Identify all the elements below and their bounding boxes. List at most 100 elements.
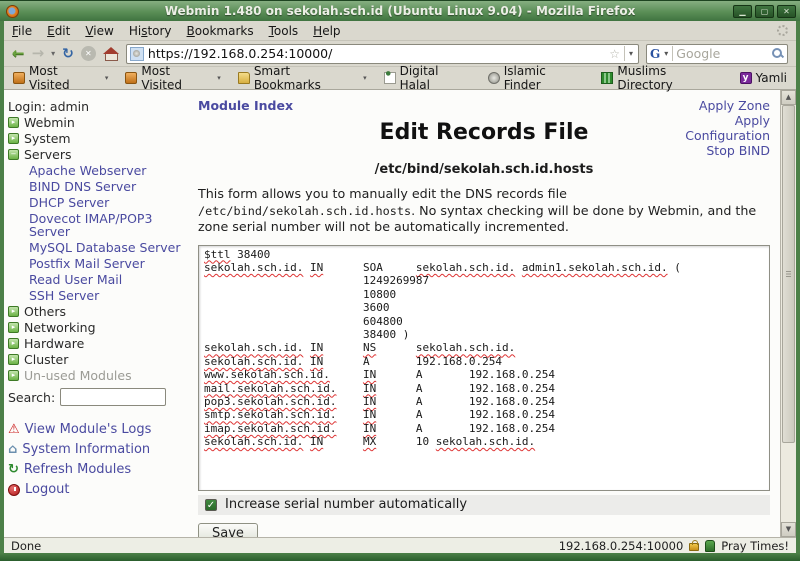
bookmark-most-visited[interactable]: Most Visited▾ — [125, 64, 220, 92]
stop-button[interactable]: ✕ — [81, 46, 96, 61]
sidebar-category-system[interactable]: ▸System — [8, 132, 186, 145]
category-label: Hardware — [24, 337, 84, 350]
sidebar-module-postfix-mail-server[interactable]: Postfix Mail Server — [8, 257, 186, 270]
vertical-scrollbar[interactable]: ▲ ▼ — [780, 90, 796, 537]
menu-tools[interactable]: Tools — [269, 24, 299, 38]
back-button[interactable]: ← — [12, 46, 25, 61]
menu-bar: File Edit View History Bookmarks Tools Help — [4, 21, 796, 41]
module-link[interactable]: SSH Server — [29, 289, 99, 302]
sidebar-module-dhcp-server[interactable]: DHCP Server — [8, 196, 186, 209]
module-link[interactable]: BIND DNS Server — [29, 180, 136, 193]
menu-edit[interactable]: Edit — [47, 24, 70, 38]
action-configuration[interactable]: Configuration — [685, 128, 770, 143]
engine-dropdown-icon[interactable]: ▾ — [663, 46, 673, 61]
bookmark-islamic-finder[interactable]: Islamic Finder — [488, 64, 585, 92]
sidebar-module-bind-dns-server[interactable]: BIND DNS Server — [8, 180, 186, 193]
url-bar[interactable]: ☆ ▾ — [126, 44, 639, 64]
search-icon[interactable] — [771, 47, 784, 60]
menu-history[interactable]: History — [129, 24, 172, 38]
bookmark-label: Digital Halal — [400, 64, 471, 92]
history-dropdown-icon[interactable]: ▾ — [51, 49, 55, 58]
window-titlebar: Webmin 1.480 on sekolah.sch.id (Ubuntu L… — [0, 0, 800, 21]
sidebar-module-read-user-mail[interactable]: Read User Mail — [8, 273, 186, 286]
collapse-icon[interactable]: − — [8, 149, 19, 160]
category-label: Un-used Modules — [24, 369, 132, 382]
sidebar-module-mysql-database-server[interactable]: MySQL Database Server — [8, 241, 186, 254]
module-search: Search: — [8, 388, 186, 406]
sidebar-category-servers[interactable]: −Servers — [8, 148, 186, 161]
expand-icon[interactable]: ▸ — [8, 117, 19, 128]
expand-icon[interactable]: ▸ — [8, 338, 19, 349]
pray-times-label[interactable]: Pray Times! — [721, 539, 789, 553]
bookmark-star-icon[interactable]: ☆ — [609, 47, 620, 61]
menu-bookmarks[interactable]: Bookmarks — [187, 24, 254, 38]
expand-icon[interactable]: ▸ — [8, 370, 19, 381]
expand-icon[interactable]: ▸ — [8, 322, 19, 333]
google-engine-icon[interactable]: G — [650, 47, 660, 61]
bookmark-smart-bookmarks[interactable]: Smart Bookmarks▾ — [238, 64, 367, 92]
sidebar-category-cluster[interactable]: ▸Cluster — [8, 353, 186, 366]
forward-button[interactable]: → — [32, 46, 45, 61]
module-search-input[interactable] — [60, 388, 166, 406]
refresh-modules-link[interactable]: Refresh Modules — [24, 463, 131, 476]
sidebar-category-un-used-modules[interactable]: ▸ Un-used Modules — [8, 369, 186, 382]
menu-file[interactable]: File — [12, 24, 32, 38]
expand-icon[interactable]: ▸ — [8, 306, 19, 317]
main-content: Module Index Apply ZoneApplyConfiguratio… — [186, 90, 780, 537]
module-link[interactable]: Dovecot IMAP/POP3 Server — [29, 212, 186, 238]
module-link[interactable]: Postfix Mail Server — [29, 257, 145, 270]
pray-times-icon[interactable] — [705, 540, 715, 552]
menu-help[interactable]: Help — [313, 24, 340, 38]
sidebar-module-apache-webserver[interactable]: Apache Webserver — [8, 164, 186, 177]
sidebar-category-webmin[interactable]: ▸Webmin — [8, 116, 186, 129]
sidebar-link-logout[interactable]: Logout — [8, 483, 186, 496]
sidebar-link-view-module-s-logs[interactable]: ⚠View Module's Logs — [8, 423, 186, 436]
bookmark-digital-halal[interactable]: Digital Halal — [384, 64, 471, 92]
module-link[interactable]: Read User Mail — [29, 273, 122, 286]
module-link[interactable]: MySQL Database Server — [29, 241, 181, 254]
expand-icon[interactable]: ▸ — [8, 133, 19, 144]
minimize-button[interactable]: ▁ — [733, 5, 752, 18]
sidebar-link-system-information[interactable]: ⌂System Information — [8, 443, 186, 456]
menu-view[interactable]: View — [85, 24, 113, 38]
sidebar-category-others[interactable]: ▸Others — [8, 305, 186, 318]
ssl-lock-icon[interactable] — [689, 543, 699, 551]
muslims-directory-icon — [601, 72, 613, 84]
home-button[interactable] — [103, 47, 119, 60]
save-button[interactable]: Save — [198, 523, 258, 538]
action-apply[interactable]: Apply — [685, 113, 770, 128]
search-bar[interactable]: G ▾ — [646, 44, 788, 64]
bookmark-muslims-directory[interactable]: Muslims Directory — [601, 64, 722, 92]
web-search-input[interactable] — [676, 46, 768, 61]
action-stop-bind[interactable]: Stop BIND — [685, 143, 770, 158]
reload-button[interactable]: ↻ — [62, 46, 74, 62]
close-button[interactable]: ✕ — [777, 5, 796, 18]
scroll-up-button[interactable]: ▲ — [781, 90, 796, 105]
logout-link[interactable]: Logout — [25, 483, 70, 496]
digital-halal-icon — [384, 72, 396, 84]
view-module-s-logs-link[interactable]: View Module's Logs — [25, 423, 152, 436]
sidebar-link-refresh-modules[interactable]: ↻Refresh Modules — [8, 463, 186, 476]
bookmark-yamli[interactable]: yYamli — [740, 71, 787, 85]
system-information-link[interactable]: System Information — [22, 443, 150, 456]
page-title: Edit Records File — [198, 120, 770, 145]
bookmark-most-visited[interactable]: Most Visited▾ — [13, 64, 108, 92]
increase-serial-checkbox[interactable]: ✓ — [205, 499, 217, 511]
sidebar-category-hardware[interactable]: ▸ Hardware — [8, 337, 186, 350]
module-link[interactable]: DHCP Server — [29, 196, 109, 209]
module-link[interactable]: Apache Webserver — [29, 164, 146, 177]
scrollbar-track[interactable] — [781, 443, 796, 522]
bookmark-label: Smart Bookmarks — [254, 64, 358, 92]
url-input[interactable] — [148, 46, 605, 61]
sidebar-category-networking[interactable]: ▸Networking — [8, 321, 186, 334]
expand-icon[interactable]: ▸ — [8, 354, 19, 365]
module-index-link[interactable]: Module Index — [198, 98, 293, 113]
url-dropdown-icon[interactable]: ▾ — [624, 46, 635, 61]
sidebar-module-dovecot-imap-pop3-server[interactable]: Dovecot IMAP/POP3 Server — [8, 212, 186, 238]
records-textarea[interactable]: $ttl 38400 sekolah.sch.id. IN SOA sekola… — [198, 245, 770, 491]
sidebar-module-ssh-server[interactable]: SSH Server — [8, 289, 186, 302]
scroll-down-button[interactable]: ▼ — [781, 522, 796, 537]
maximize-button[interactable]: ▢ — [755, 5, 774, 18]
action-apply-zone[interactable]: Apply Zone — [685, 98, 770, 113]
scrollbar-thumb[interactable] — [782, 105, 795, 443]
